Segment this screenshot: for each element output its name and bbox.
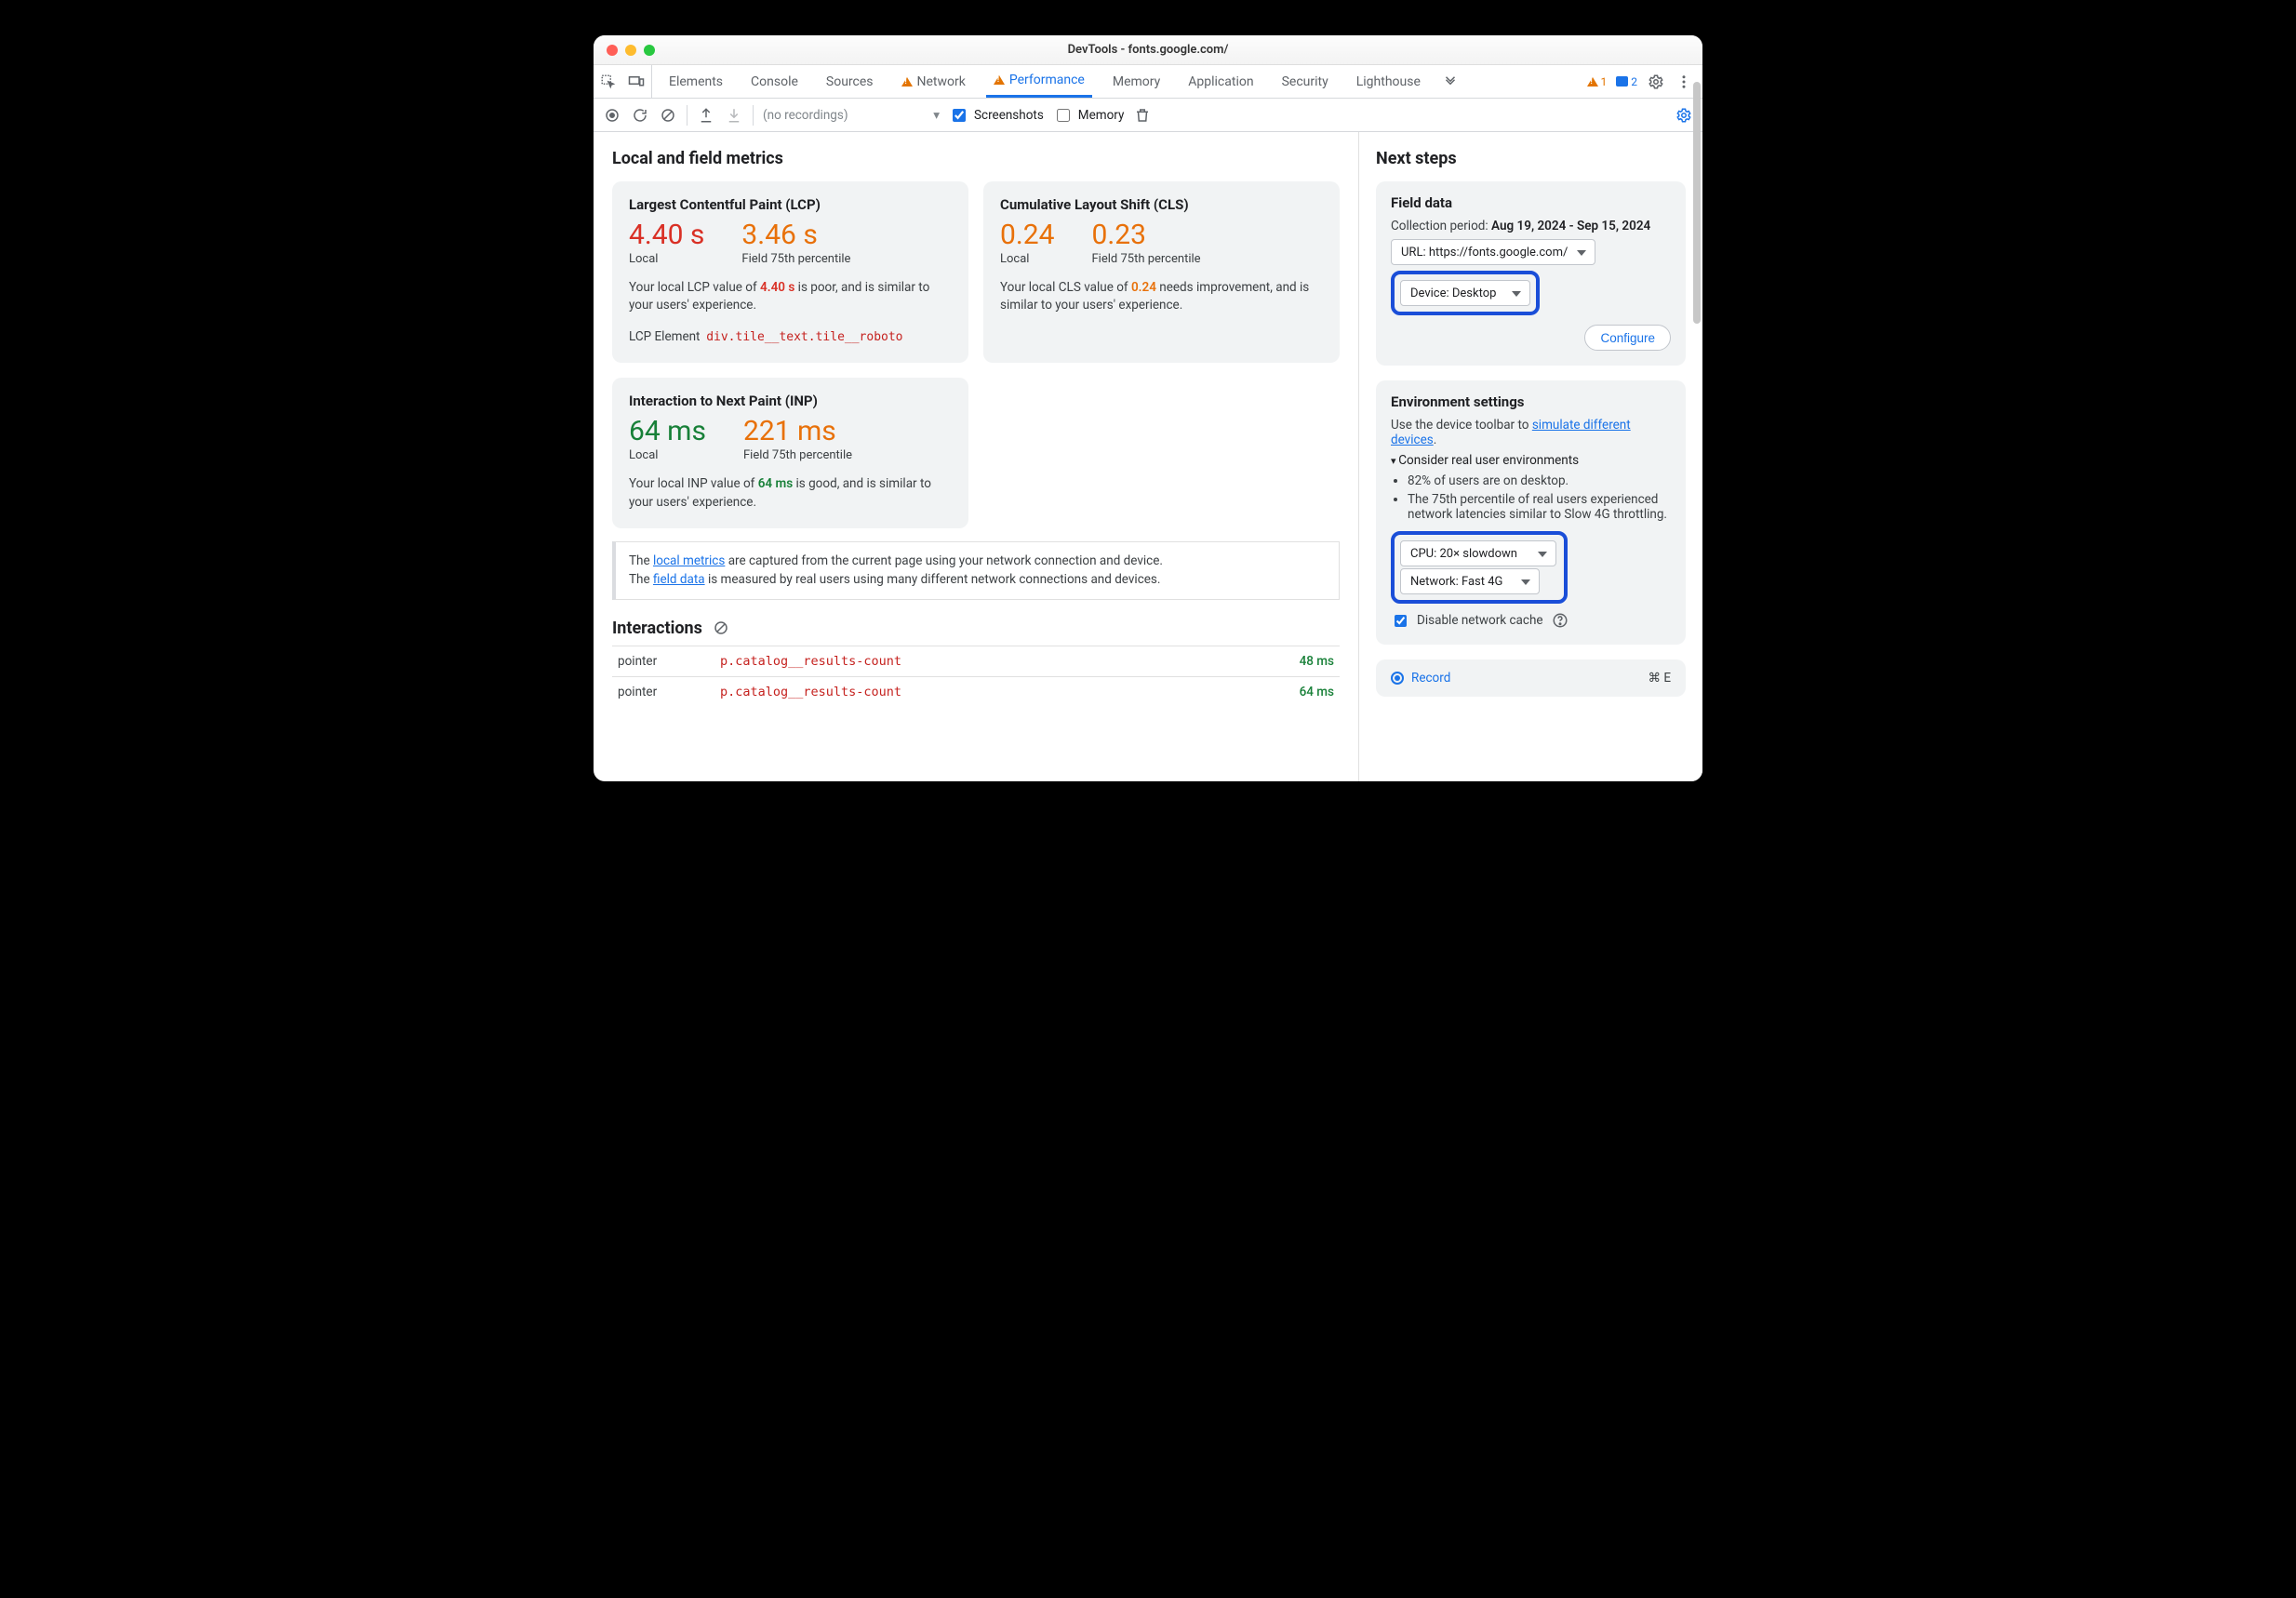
chevron-down-icon: ▾ xyxy=(933,108,940,123)
issues-icon xyxy=(1616,76,1628,87)
clear-interactions-icon[interactable] xyxy=(712,619,730,637)
inp-summary: Your local INP value of 64 ms is good, a… xyxy=(629,475,952,512)
field-data-card: Field data Collection period: Aug 19, 20… xyxy=(1376,181,1686,366)
memory-checkbox[interactable]: Memory xyxy=(1053,106,1125,125)
minimize-window-button[interactable] xyxy=(625,45,636,56)
tab-security[interactable]: Security xyxy=(1275,65,1336,98)
record-card: Record ⌘ E xyxy=(1376,659,1686,697)
inp-title: Interaction to Next Paint (INP) xyxy=(629,393,952,409)
kebab-menu-icon[interactable] xyxy=(1675,73,1693,91)
download-icon[interactable] xyxy=(725,106,743,125)
record-button[interactable]: Record xyxy=(1391,671,1450,686)
cpu-select[interactable]: CPU: 20× slowdown xyxy=(1400,540,1556,566)
env-bullet: 82% of users are on desktop. xyxy=(1408,473,1671,488)
devtools-tabstrip: Elements Console Sources Network Perform… xyxy=(594,65,1702,99)
metrics-note: The local metrics are captured from the … xyxy=(612,541,1340,600)
next-steps-panel: Next steps Field data Collection period:… xyxy=(1358,132,1702,781)
panel-tabs: Elements Console Sources Network Perform… xyxy=(652,65,1460,98)
recordings-select[interactable]: (no recordings) ▾ xyxy=(763,108,940,123)
next-steps-heading: Next steps xyxy=(1376,149,1686,168)
interaction-row[interactable]: pointer p.catalog__results-count 64 ms xyxy=(612,676,1340,707)
trash-icon[interactable] xyxy=(1133,106,1152,125)
more-tabs-icon[interactable] xyxy=(1441,73,1460,91)
cls-card: Cumulative Layout Shift (CLS) 0.24 Local… xyxy=(983,181,1340,363)
inp-card: Interaction to Next Paint (INP) 64 ms Lo… xyxy=(612,378,968,528)
warning-icon xyxy=(901,77,913,87)
inspect-icon[interactable] xyxy=(599,73,618,91)
inp-field-value: 221 ms xyxy=(743,417,852,446)
tab-console[interactable]: Console xyxy=(743,65,806,98)
help-icon[interactable] xyxy=(1551,611,1569,630)
devtools-window: DevTools - fonts.google.com/ Elements Co… xyxy=(594,35,1702,781)
traffic-lights xyxy=(594,45,655,56)
env-details[interactable]: Consider real user environments 82% of u… xyxy=(1391,453,1671,522)
device-select[interactable]: Device: Desktop xyxy=(1400,280,1530,306)
tab-elements[interactable]: Elements xyxy=(661,65,730,98)
url-select[interactable]: URL: https://fonts.google.com/ xyxy=(1391,239,1595,265)
memory-checkbox-input[interactable] xyxy=(1057,109,1070,122)
interactions-table: pointer p.catalog__results-count 48 ms p… xyxy=(612,646,1340,707)
warning-icon xyxy=(1587,77,1598,87)
screenshots-checkbox[interactable]: Screenshots xyxy=(949,106,1044,125)
metrics-panel: Local and field metrics Largest Contentf… xyxy=(594,132,1358,781)
settings-icon[interactable] xyxy=(1647,73,1665,91)
titlebar: DevTools - fonts.google.com/ xyxy=(594,35,1702,65)
record-icon[interactable] xyxy=(603,106,621,125)
cls-title: Cumulative Layout Shift (CLS) xyxy=(1000,196,1323,213)
lcp-field-label: Field 75th percentile xyxy=(741,252,850,266)
warning-icon xyxy=(994,75,1005,85)
environment-card: Environment settings Use the device tool… xyxy=(1376,380,1686,645)
cls-local-value: 0.24 xyxy=(1000,220,1055,250)
cls-summary: Your local CLS value of 0.24 needs impro… xyxy=(1000,279,1323,315)
inp-local-value: 64 ms xyxy=(629,417,706,446)
field-data-link[interactable]: field data xyxy=(653,572,705,587)
configure-button[interactable]: Configure xyxy=(1584,325,1671,351)
tab-application[interactable]: Application xyxy=(1181,65,1261,98)
upload-icon[interactable] xyxy=(697,106,715,125)
device-toolbar-icon[interactable] xyxy=(627,73,646,91)
close-window-button[interactable] xyxy=(607,45,618,56)
issues-chip[interactable]: 2 xyxy=(1616,75,1637,88)
lcp-card: Largest Contentful Paint (LCP) 4.40 s Lo… xyxy=(612,181,968,363)
interactions-heading: Interactions xyxy=(612,619,702,638)
throttling-highlight: CPU: 20× slowdown Network: Fast 4G xyxy=(1391,531,1568,604)
tab-memory[interactable]: Memory xyxy=(1105,65,1168,98)
record-shortcut: ⌘ E xyxy=(1648,671,1671,686)
env-summary[interactable]: Consider real user environments xyxy=(1391,453,1671,468)
cls-field-value: 0.23 xyxy=(1092,220,1201,250)
lcp-local-value: 4.40 s xyxy=(629,220,704,250)
device-select-highlight: Device: Desktop xyxy=(1391,271,1540,315)
lcp-local-label: Local xyxy=(629,252,704,266)
tab-sources[interactable]: Sources xyxy=(819,65,881,98)
warnings-chip[interactable]: 1 xyxy=(1587,75,1608,88)
vertical-scrollbar[interactable] xyxy=(1693,132,1701,324)
panel-settings-icon[interactable] xyxy=(1675,106,1693,125)
env-bullet: The 75th percentile of real users experi… xyxy=(1408,492,1671,522)
clear-icon[interactable] xyxy=(659,106,677,125)
interaction-row[interactable]: pointer p.catalog__results-count 48 ms xyxy=(612,646,1340,676)
lcp-element[interactable]: LCP Element div.tile__text.tile__roboto xyxy=(629,328,952,347)
tab-lighthouse[interactable]: Lighthouse xyxy=(1349,65,1428,98)
tab-network[interactable]: Network xyxy=(894,65,973,98)
lcp-title: Largest Contentful Paint (LCP) xyxy=(629,196,952,213)
performance-toolbar: (no recordings) ▾ Screenshots Memory xyxy=(594,99,1702,132)
record-icon xyxy=(1391,672,1404,685)
reload-record-icon[interactable] xyxy=(631,106,649,125)
zoom-window-button[interactable] xyxy=(644,45,655,56)
tab-performance[interactable]: Performance xyxy=(986,65,1092,98)
lcp-field-value: 3.46 s xyxy=(741,220,850,250)
lcp-summary: Your local LCP value of 4.40 s is poor, … xyxy=(629,279,952,315)
disable-cache-checkbox[interactable] xyxy=(1395,615,1407,627)
network-select[interactable]: Network: Fast 4G xyxy=(1400,568,1540,594)
metrics-heading: Local and field metrics xyxy=(612,149,1340,168)
window-title: DevTools - fonts.google.com/ xyxy=(594,43,1702,57)
screenshots-checkbox-input[interactable] xyxy=(953,109,966,122)
local-metrics-link[interactable]: local metrics xyxy=(653,553,725,568)
